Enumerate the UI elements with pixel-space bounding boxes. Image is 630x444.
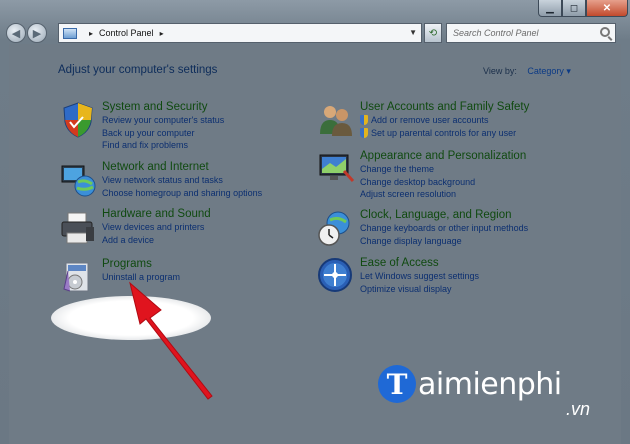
category-link[interactable]: Let Windows suggest settings: [360, 270, 479, 283]
spotlight-highlight: [51, 296, 211, 340]
category-link[interactable]: Choose homegroup and sharing options: [102, 187, 262, 200]
category-link[interactable]: Review your computer's status: [102, 114, 224, 127]
control-panel-window: ▁ ◻ ✕ ◀ ▶ ▸ Control Panel ▸ ▼ ⟲ Search C…: [0, 0, 630, 444]
uac-shield-icon: [360, 127, 368, 138]
navigation-bar: ◀ ▶ ▸ Control Panel ▸ ▼ ⟲ Search Control…: [0, 22, 630, 44]
forward-arrow-icon[interactable]: ▶: [27, 23, 47, 43]
category-link[interactable]: Change desktop background: [360, 176, 526, 189]
category-link[interactable]: Back up your computer: [102, 127, 224, 140]
view-by-label: View by:: [483, 66, 517, 76]
category-title[interactable]: Appearance and Personalization: [360, 149, 526, 163]
users-icon[interactable]: [316, 100, 356, 140]
category-link[interactable]: View network status and tasks: [102, 174, 262, 187]
watermark-logo: T aimienphi .vn: [378, 365, 590, 419]
programs-icon[interactable]: [58, 257, 98, 297]
view-by: View by: Category ▾: [483, 66, 571, 77]
close-icon[interactable]: ✕: [586, 0, 628, 17]
category-title[interactable]: Ease of Access: [360, 256, 479, 270]
system-security-icon[interactable]: [58, 100, 98, 140]
breadcrumb-control-panel[interactable]: Control Panel: [99, 28, 154, 38]
category-link[interactable]: Find and fix problems: [102, 139, 224, 152]
breadcrumb-chevron-icon[interactable]: ▸: [160, 29, 164, 38]
category-ease-of-access: Ease of Access Let Windows suggest setti…: [316, 256, 479, 296]
search-icon[interactable]: [600, 27, 610, 37]
category-system-security: System and Security Review your computer…: [58, 100, 224, 152]
watermark-suffix: .vn: [566, 399, 591, 419]
clock-globe-icon[interactable]: [316, 208, 356, 248]
category-clock-language: Clock, Language, and Region Change keybo…: [316, 208, 528, 248]
category-link[interactable]: View devices and printers: [102, 221, 211, 234]
search-placeholder: Search Control Panel: [453, 28, 539, 38]
category-link[interactable]: Change the theme: [360, 163, 526, 176]
category-link[interactable]: Add a device: [102, 234, 211, 247]
network-globe-icon[interactable]: [58, 160, 98, 200]
window-buttons: ▁ ◻ ✕: [538, 0, 628, 17]
uac-shield-icon: [360, 115, 368, 126]
category-user-accounts: User Accounts and Family Safety Add or r…: [316, 100, 529, 140]
category-link-text[interactable]: Set up parental controls for any user: [371, 127, 516, 140]
category-link[interactable]: Optimize visual display: [360, 283, 479, 296]
category-title[interactable]: System and Security: [102, 100, 224, 114]
search-input[interactable]: Search Control Panel: [446, 23, 616, 43]
view-by-dropdown[interactable]: Category ▾: [527, 66, 571, 76]
category-title[interactable]: Clock, Language, and Region: [360, 208, 528, 222]
category-link[interactable]: Change display language: [360, 235, 528, 248]
title-bar: ▁ ◻ ✕: [0, 0, 630, 22]
category-network-internet: Network and Internet View network status…: [58, 160, 262, 200]
watermark-logo-letter: T: [378, 365, 416, 403]
category-link[interactable]: Set up parental controls for any user: [360, 127, 529, 140]
breadcrumb-chevron-icon[interactable]: ▸: [89, 29, 93, 38]
minimize-icon[interactable]: ▁: [538, 0, 562, 17]
category-link-text[interactable]: Add or remove user accounts: [371, 114, 489, 127]
category-appearance: Appearance and Personalization Change th…: [316, 149, 526, 201]
page-title: Adjust your computer's settings: [58, 64, 218, 76]
maximize-icon[interactable]: ◻: [562, 0, 586, 17]
category-link[interactable]: Change keyboards or other input methods: [360, 222, 528, 235]
category-hardware-sound: Hardware and Sound View devices and prin…: [58, 207, 211, 247]
category-link[interactable]: Uninstall a program: [102, 271, 180, 284]
control-panel-icon: [63, 27, 77, 39]
ease-of-access-icon[interactable]: [316, 256, 356, 296]
category-link[interactable]: Adjust screen resolution: [360, 188, 526, 201]
category-title[interactable]: Programs: [102, 257, 180, 271]
back-arrow-icon[interactable]: ◀: [6, 23, 26, 43]
watermark-text: aimienphi: [418, 366, 562, 402]
category-programs: Programs Uninstall a program: [58, 257, 180, 297]
printer-icon[interactable]: [58, 207, 98, 247]
category-link[interactable]: Add or remove user accounts: [360, 114, 529, 127]
category-title[interactable]: Network and Internet: [102, 160, 262, 174]
category-title[interactable]: User Accounts and Family Safety: [360, 100, 529, 114]
refresh-icon[interactable]: ⟲: [424, 23, 442, 43]
category-title[interactable]: Hardware and Sound: [102, 207, 211, 221]
address-bar[interactable]: ▸ Control Panel ▸ ▼: [58, 23, 422, 43]
monitor-icon[interactable]: [316, 149, 356, 189]
address-dropdown-icon[interactable]: ▼: [409, 28, 417, 37]
